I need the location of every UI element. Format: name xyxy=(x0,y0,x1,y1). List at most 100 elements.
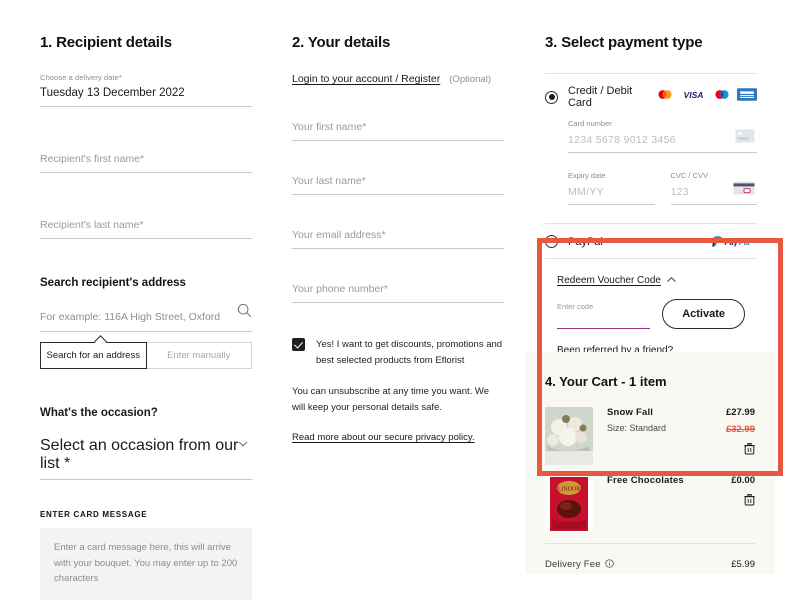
voucher-entry-row: Enter code Activate xyxy=(557,299,745,329)
cvc-input[interactable]: CVC / CVV 123 xyxy=(670,171,757,205)
expiry-date-label: Expiry date xyxy=(568,171,606,180)
cart-item-name: Free Chocolates xyxy=(607,475,684,486)
remove-cart-item-button[interactable] xyxy=(731,494,755,506)
delivery-fee-row: Delivery Fee £5.99 xyxy=(545,544,755,573)
occasion-select[interactable]: Select an occasion from our list * xyxy=(40,437,252,480)
amex-logo xyxy=(737,88,757,106)
login-register-link[interactable]: Login to your account / Register xyxy=(292,73,440,85)
card-message-label: ENTER CARD MESSAGE xyxy=(40,510,148,519)
cart-item-info: Free Chocolates xyxy=(607,475,717,533)
chocolates-thumbnail: LINDOR xyxy=(545,475,593,533)
delivery-date-label: Choose a delivery date* xyxy=(40,73,122,82)
cart-item-info: Snow Fall Size: Standard xyxy=(607,407,712,465)
radio-paypal[interactable] xyxy=(545,235,558,248)
page-title-payment: 3. Select payment type xyxy=(545,34,703,51)
page-title-your-details: 2. Your details xyxy=(292,34,391,51)
voucher-code-label: Enter code xyxy=(557,302,594,311)
marketing-consent-label: Yes! I want to get discounts, promotions… xyxy=(316,339,503,366)
unsubscribe-note: You can unsubscribe at any time you want… xyxy=(292,386,489,414)
payment-option-paypal[interactable]: PayPal Pay Pal xyxy=(545,224,757,258)
chevron-up-icon[interactable] xyxy=(666,271,677,289)
mastercard-logo xyxy=(655,88,675,106)
info-icon[interactable] xyxy=(605,555,614,573)
cvc-placeholder: 123 xyxy=(670,186,689,198)
svg-text:VISA: VISA xyxy=(683,90,703,100)
card-number-placeholder: 1234 5678 9012 3456 xyxy=(568,134,676,146)
voucher-code-input[interactable]: Enter code xyxy=(557,302,651,329)
tab-enter-manually[interactable]: Enter manually xyxy=(146,342,252,369)
recipient-first-name-placeholder: Recipient's first name* xyxy=(40,153,145,165)
recipient-last-name-placeholder: Recipient's last name* xyxy=(40,219,144,231)
card-fields-group: Card number 1234 5678 9012 3456 Expiry d… xyxy=(545,119,757,207)
payment-option-paypal-label: PayPal xyxy=(568,235,603,248)
payment-option-card-label: Credit / Debit Card xyxy=(568,85,633,109)
card-brand-logos: VISA xyxy=(655,88,757,106)
recipient-details-column: 1. Recipient details Choose a delivery d… xyxy=(40,34,252,600)
expiry-date-placeholder: MM/YY xyxy=(568,186,604,198)
your-first-name-placeholder: Your first name* xyxy=(292,121,367,133)
your-phone-input[interactable]: Your phone number* xyxy=(292,279,504,303)
cart-section: 4. Your Cart - 1 item Snow Fall Size: St… xyxy=(525,352,775,574)
cart-item-price: £27.99 xyxy=(725,407,755,418)
payment-column: 3. Select payment type Credit / Debit Ca… xyxy=(545,34,757,362)
visa-logo: VISA xyxy=(680,88,707,106)
card-number-input[interactable]: Card number 1234 5678 9012 3456 xyxy=(568,119,757,153)
address-entry-tabs: Search for an address Enter manually xyxy=(40,335,252,369)
cart-item-row: Snow Fall Size: Standard £27.99 £32.99 xyxy=(545,407,755,465)
search-icon[interactable] xyxy=(237,303,252,323)
cart-item-price-was: £32.99 xyxy=(725,424,755,435)
delivery-date-field[interactable]: Choose a delivery date* Tuesday 13 Decem… xyxy=(40,73,252,107)
cart-item-row: LINDOR Free Chocolates £0.00 xyxy=(545,475,755,533)
your-first-name-input[interactable]: Your first name* xyxy=(292,117,504,141)
expiry-cvc-row: Expiry date MM/YY CVC / CVV 123 xyxy=(568,171,757,207)
your-email-placeholder: Your email address* xyxy=(292,229,386,241)
address-search-heading: Search recipient's address xyxy=(40,277,186,289)
cvc-label: CVC / CVV xyxy=(670,171,709,180)
your-last-name-placeholder: Your last name* xyxy=(292,175,366,187)
occasion-heading: What's the occasion? xyxy=(40,407,158,419)
your-email-input[interactable]: Your email address* xyxy=(292,225,504,249)
cart-title: 4. Your Cart - 1 item xyxy=(545,374,667,389)
credit-card-icon xyxy=(735,129,755,148)
payment-option-card[interactable]: Credit / Debit Card VISA xyxy=(545,74,757,119)
activate-voucher-button[interactable]: Activate xyxy=(662,299,745,329)
cart-item-pricing: £0.00 xyxy=(731,475,755,533)
card-message-textarea[interactable]: Enter a card message here, this will arr… xyxy=(40,528,252,600)
paypal-logo: Pay Pal xyxy=(711,235,757,248)
login-register-row: Login to your account / Register (Option… xyxy=(292,73,504,85)
privacy-policy-link[interactable]: Read more about our secure privacy polic… xyxy=(292,432,475,443)
cart-item-price: £0.00 xyxy=(731,475,755,486)
address-search-input[interactable]: For example: 116A High Street, Oxford xyxy=(40,303,252,332)
recipient-last-name-input[interactable]: Recipient's last name* xyxy=(40,215,252,239)
your-last-name-input[interactable]: Your last name* xyxy=(292,171,504,195)
card-back-cvc-icon xyxy=(733,181,755,200)
chevron-down-icon[interactable] xyxy=(236,437,250,456)
bouquet-thumbnail xyxy=(545,407,593,465)
tab-search-for-an-address[interactable]: Search for an address xyxy=(40,342,147,369)
page-title-recipient: 1. Recipient details xyxy=(40,34,172,51)
radio-credit-debit-card[interactable] xyxy=(545,90,558,104)
marketing-consent-row[interactable]: Yes! I want to get discounts, promotions… xyxy=(292,337,504,368)
address-search-placeholder: For example: 116A High Street, Oxford xyxy=(40,311,221,323)
checkout-page: 1. Recipient details Choose a delivery d… xyxy=(0,0,800,600)
voucher-section: Redeem Voucher Code Enter code Activate … xyxy=(545,259,757,362)
cart-item-size: Size: Standard xyxy=(607,423,667,433)
login-optional-label: (Optional) xyxy=(449,74,491,85)
marketing-consent-checkbox[interactable] xyxy=(292,338,305,351)
expiry-date-input[interactable]: Expiry date MM/YY xyxy=(568,171,655,205)
delivery-fee-label: Delivery Fee xyxy=(545,558,601,570)
svg-text:Pal: Pal xyxy=(739,237,750,246)
voucher-toggle[interactable]: Redeem Voucher Code xyxy=(557,271,745,289)
voucher-toggle-label: Redeem Voucher Code xyxy=(557,274,661,286)
cart-item-pricing: £27.99 £32.99 xyxy=(726,407,755,465)
voucher-code-value xyxy=(557,311,650,324)
occasion-select-value: Select an occasion from our list * xyxy=(40,437,239,472)
remove-cart-item-button[interactable] xyxy=(726,443,755,455)
your-phone-placeholder: Your phone number* xyxy=(292,283,388,295)
svg-text:LINDOR: LINDOR xyxy=(558,487,581,493)
delivery-fee-value: £5.99 xyxy=(731,558,755,570)
maestro-logo xyxy=(712,88,732,106)
svg-text:Pay: Pay xyxy=(724,237,738,246)
card-number-label: Card number xyxy=(568,119,612,128)
recipient-first-name-input[interactable]: Recipient's first name* xyxy=(40,149,252,173)
